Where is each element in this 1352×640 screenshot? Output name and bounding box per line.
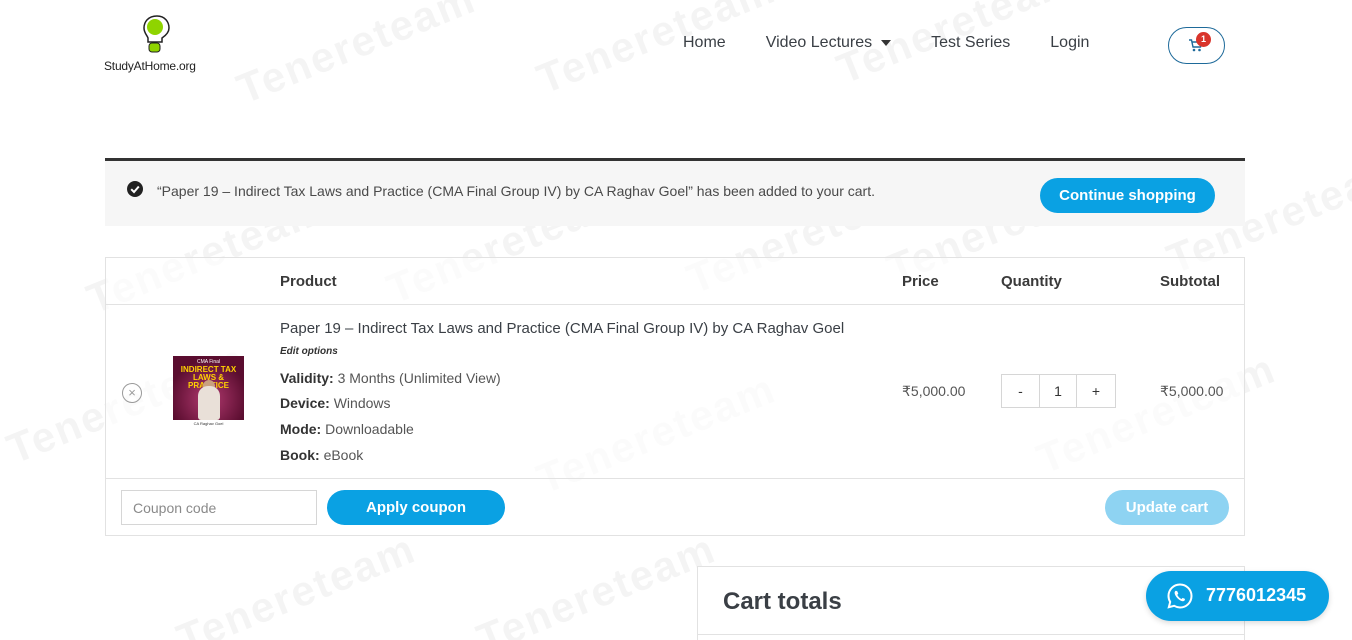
main-nav: Home Video Lectures Test Series Login	[683, 34, 1129, 52]
watermark: Tenereteam	[470, 524, 722, 640]
quantity-decrease-button[interactable]: -	[1002, 375, 1040, 407]
site-logo[interactable]: StudyAtHome.org	[104, 14, 214, 78]
meta-key: Validity:	[280, 370, 334, 386]
edit-options-link[interactable]: Edit options	[280, 346, 338, 357]
meta-value: Windows	[333, 395, 391, 411]
whatsapp-button[interactable]: 7776012345	[1146, 571, 1329, 621]
header-product: Product	[280, 273, 337, 290]
item-subtotal: ₹5,000.00	[1160, 383, 1224, 399]
divider	[698, 634, 1244, 635]
nav-login[interactable]: Login	[1050, 34, 1089, 52]
cart-totals-title: Cart totals	[723, 588, 842, 615]
watermark: Tenereteam	[170, 524, 422, 640]
remove-item-icon[interactable]: ×	[122, 383, 142, 403]
cart-notice: “Paper 19 – Indirect Tax Laws and Practi…	[105, 158, 1245, 226]
meta-mode: Mode: Downloadable	[280, 421, 414, 437]
meta-validity: Validity: 3 Months (Unlimited View)	[280, 370, 501, 386]
cart-table: Product Price Quantity Subtotal × CMA Fi…	[105, 257, 1245, 536]
meta-value: 3 Months (Unlimited View)	[337, 370, 501, 386]
continue-shopping-button[interactable]: Continue shopping	[1040, 178, 1215, 213]
meta-key: Book:	[280, 447, 320, 463]
header-subtotal: Subtotal	[1160, 273, 1220, 290]
meta-book: Book: eBook	[280, 447, 363, 463]
nav-test-series[interactable]: Test Series	[931, 34, 1010, 52]
table-row: × CMA Final INDIRECT TAX LAWS & PRACTICE…	[106, 305, 1244, 479]
whatsapp-number: 7776012345	[1206, 585, 1307, 605]
caret-down-icon	[881, 40, 892, 46]
logo-text: StudyAtHome.org	[104, 59, 196, 73]
nav-video-lectures-label: Video Lectures	[765, 34, 873, 51]
coupon-code-input[interactable]: Coupon code	[121, 490, 317, 525]
check-circle-icon	[127, 181, 143, 197]
quantity-increase-button[interactable]: +	[1077, 375, 1115, 407]
cart-count-badge: 1	[1196, 32, 1211, 47]
product-thumbnail[interactable]: CMA Final INDIRECT TAX LAWS & PRACTICE C…	[173, 356, 244, 427]
nav-video-lectures[interactable]: Video Lectures	[765, 34, 892, 52]
apply-coupon-button[interactable]: Apply coupon	[327, 490, 505, 525]
meta-key: Device:	[280, 395, 330, 411]
table-header-row: Product Price Quantity Subtotal	[106, 258, 1244, 305]
cart-actions-row: Coupon code Apply coupon Update cart	[106, 479, 1244, 536]
product-name-link[interactable]: Paper 19 – Indirect Tax Laws and Practic…	[280, 320, 844, 337]
quantity-stepper: - 1 +	[1001, 374, 1116, 408]
meta-value: eBook	[323, 447, 364, 463]
meta-value: Downloadable	[325, 421, 414, 437]
site-header: StudyAtHome.org Home Video Lectures Test…	[0, 0, 1352, 100]
cart-button[interactable]: 1	[1168, 27, 1225, 64]
meta-device: Device: Windows	[280, 395, 391, 411]
notice-message: “Paper 19 – Indirect Tax Laws and Practi…	[157, 183, 875, 199]
thumbnail-person	[198, 386, 220, 420]
header-quantity: Quantity	[1001, 273, 1062, 290]
nav-home[interactable]: Home	[683, 34, 726, 52]
whatsapp-icon	[1167, 583, 1193, 609]
thumbnail-author: CA Raghav Goel	[173, 420, 244, 427]
update-cart-button[interactable]: Update cart	[1105, 490, 1229, 525]
item-price: ₹5,000.00	[902, 383, 966, 399]
header-price: Price	[902, 273, 939, 290]
head-bulb-icon	[143, 15, 170, 53]
meta-key: Mode:	[280, 421, 322, 437]
quantity-input[interactable]: 1	[1040, 375, 1077, 407]
